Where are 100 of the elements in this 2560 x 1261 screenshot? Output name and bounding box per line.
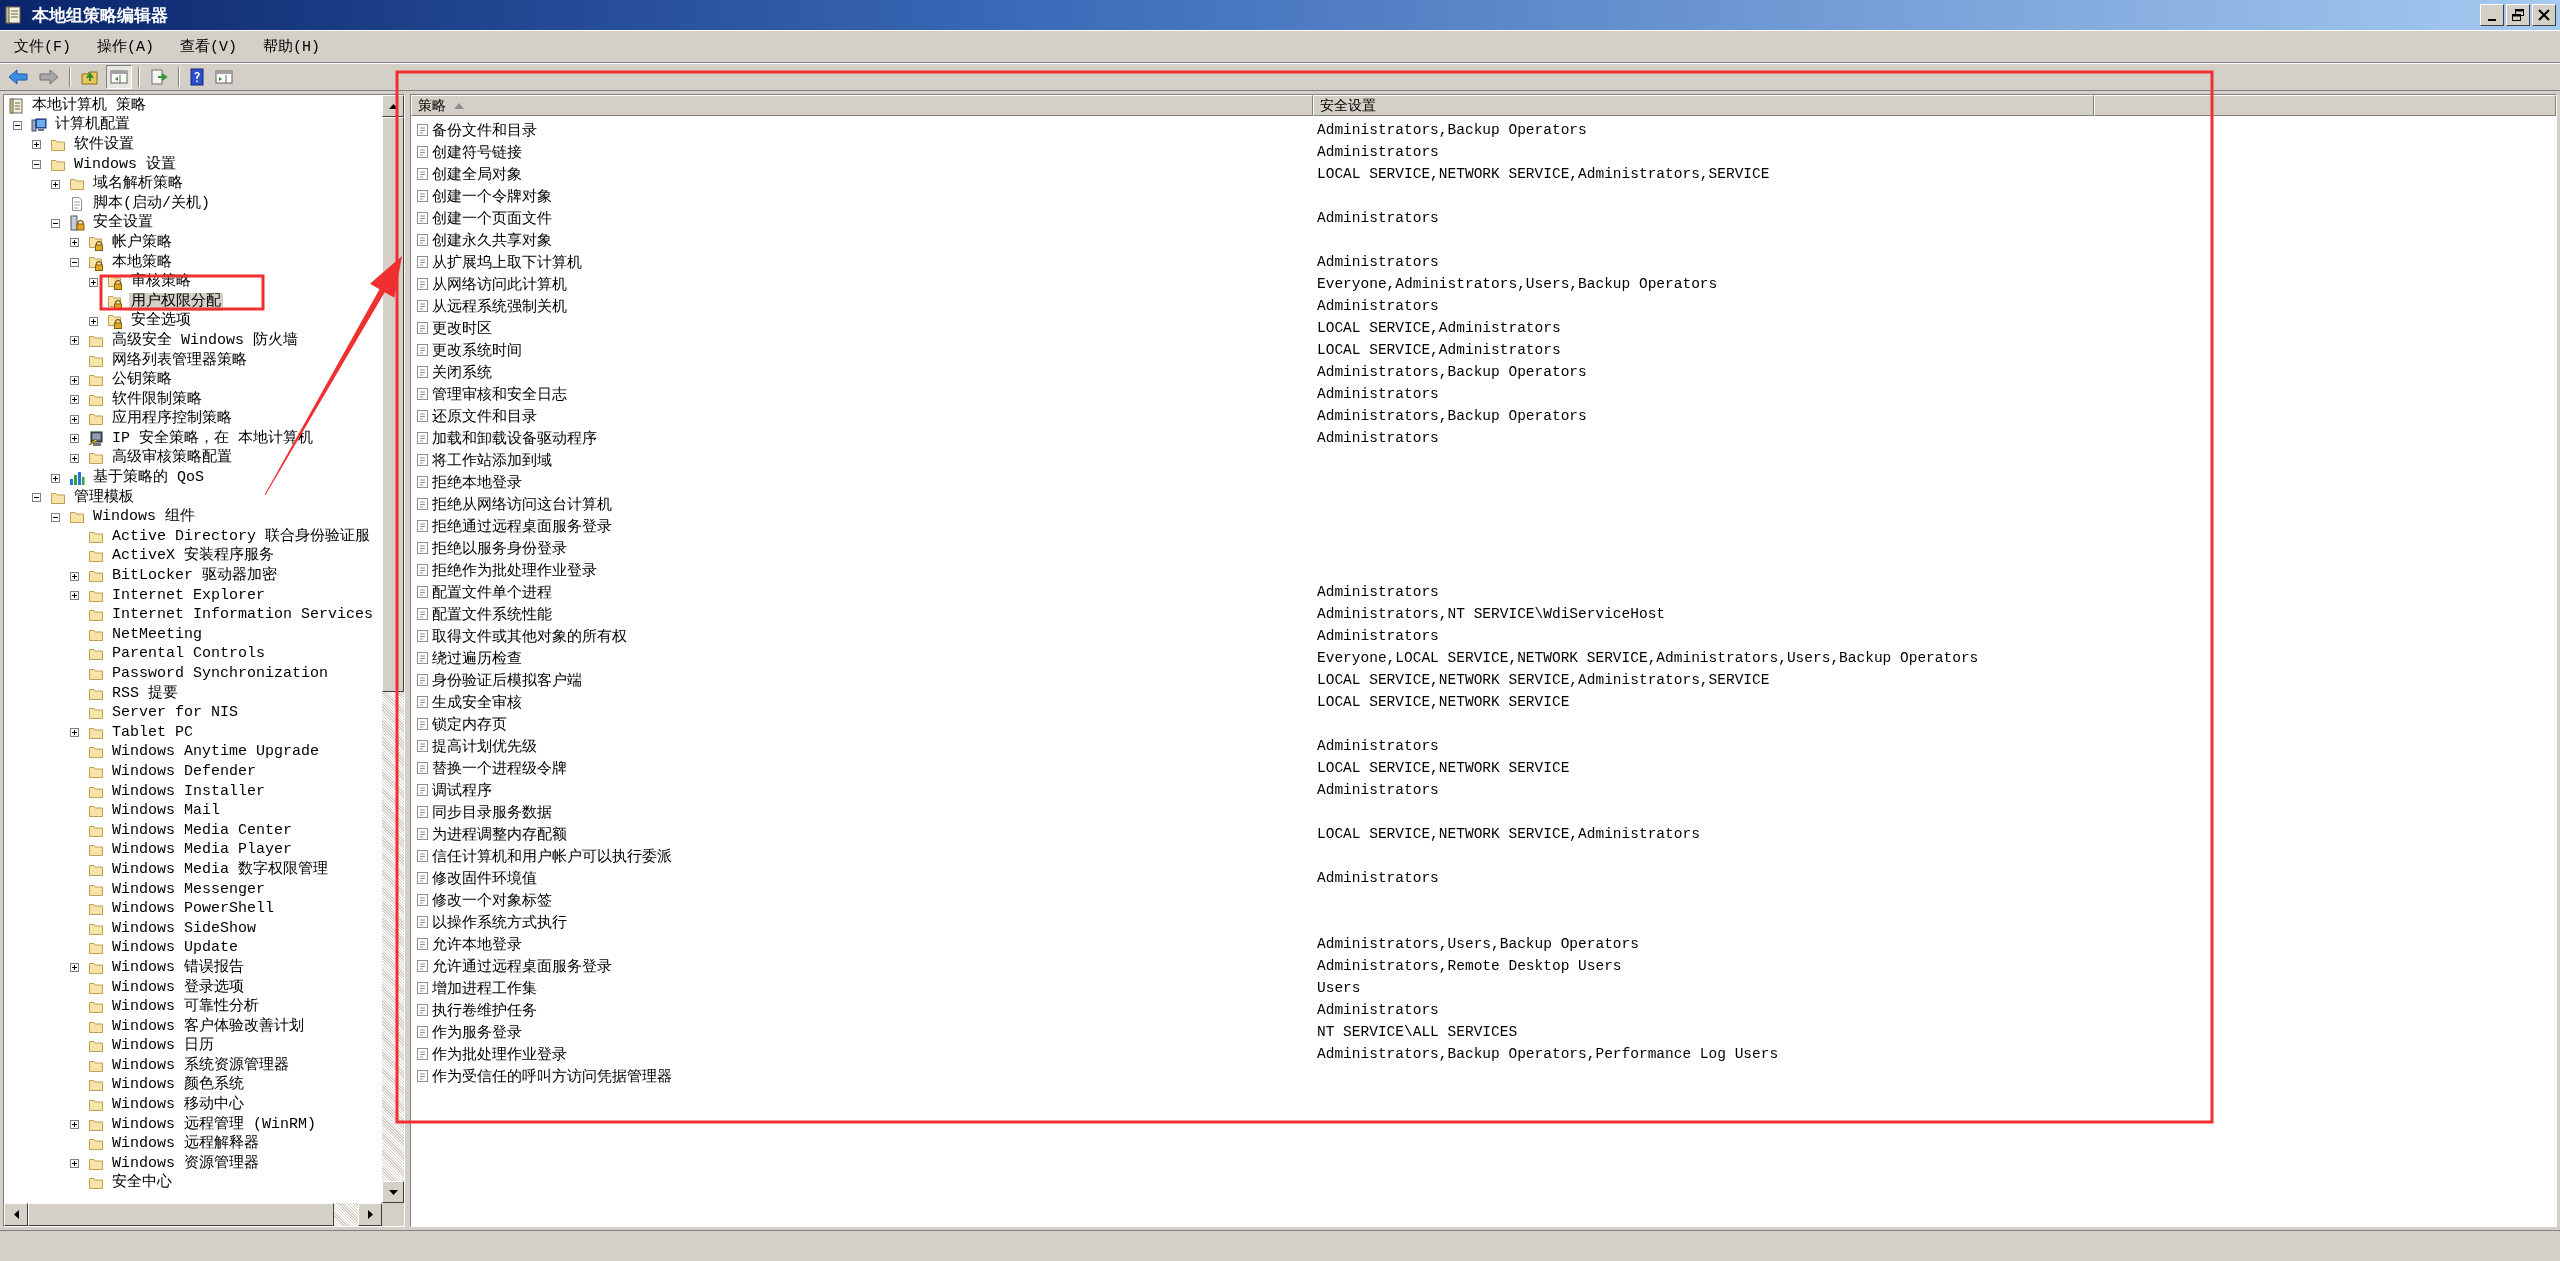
tree-item[interactable]: 软件限制策略 — [110, 390, 204, 409]
horizontal-scrollbar[interactable] — [4, 1203, 404, 1226]
tree-item[interactable]: Active Directory 联合身份验证服 — [110, 527, 373, 546]
tree-item[interactable]: 基于策略的 QoS — [91, 469, 206, 488]
column-header[interactable]: 安全设置 — [1313, 95, 2094, 116]
tree-item[interactable]: BitLocker 驱动器加密 — [110, 567, 279, 586]
tree-item[interactable]: Windows 移动中心 — [110, 1096, 246, 1115]
expand-icon[interactable] — [89, 316, 98, 326]
expand-icon[interactable] — [70, 1159, 79, 1169]
tree-item[interactable]: Windows PowerShell — [110, 900, 277, 919]
tree-item[interactable]: Windows 客户体验改善计划 — [110, 1017, 306, 1036]
tree-item[interactable]: Windows Defender — [110, 763, 259, 781]
tree-item[interactable]: Password Synchronization — [110, 665, 331, 683]
scrollbar-thumb[interactable] — [28, 1203, 334, 1226]
expand-icon[interactable] — [70, 591, 79, 601]
collapse-icon[interactable] — [51, 512, 60, 522]
policy-name[interactable]: 从网络访问此计算机 — [432, 274, 567, 294]
tree-item[interactable]: Windows Update — [110, 939, 241, 958]
expand-icon[interactable] — [51, 179, 60, 189]
tree-item[interactable]: Windows 日历 — [110, 1037, 216, 1056]
tree-item[interactable]: 计算机配置 — [53, 116, 132, 135]
minimize-button[interactable] — [2480, 4, 2504, 26]
tree-item[interactable]: 帐户策略 — [110, 233, 174, 252]
scroll-right-icon[interactable] — [367, 1210, 373, 1219]
policy-name[interactable]: 加载和卸载设备驱动程序 — [432, 428, 597, 448]
expand-icon[interactable] — [70, 963, 79, 973]
menu-item[interactable]: 查看(V) — [170, 35, 248, 58]
tree-item[interactable]: Internet Information Services — [110, 606, 376, 625]
expand-icon[interactable] — [70, 434, 79, 444]
policy-name[interactable]: 调试程序 — [432, 780, 492, 800]
expand-icon[interactable] — [70, 1120, 79, 1130]
policy-name[interactable]: 修改固件环境值 — [432, 868, 537, 888]
policy-name[interactable]: 还原文件和目录 — [432, 406, 537, 426]
expand-icon[interactable] — [70, 414, 79, 424]
collapse-icon[interactable] — [32, 493, 41, 503]
policy-name[interactable]: 从扩展坞上取下计算机 — [432, 252, 582, 272]
policy-name[interactable]: 身份验证后模拟客户端 — [432, 670, 582, 690]
policy-name[interactable]: 更改时区 — [432, 318, 492, 338]
menu-item[interactable]: 操作(A) — [87, 35, 165, 58]
tree-item[interactable]: Windows Media Player — [110, 841, 295, 860]
policy-name[interactable]: 为进程调整内存配额 — [432, 824, 567, 844]
tree-item[interactable]: Windows 设置 — [72, 155, 178, 174]
scroll-left-icon[interactable] — [13, 1210, 19, 1219]
expand-icon[interactable] — [70, 238, 79, 248]
scroll-down-icon[interactable] — [388, 1189, 398, 1195]
menu-item[interactable]: 文件(F) — [4, 35, 81, 58]
tree-item[interactable]: NetMeeting — [110, 625, 204, 644]
tree-item[interactable]: Windows 可靠性分析 — [110, 998, 261, 1017]
collapse-icon[interactable] — [70, 258, 79, 268]
tree-item[interactable]: Windows 远程管理 (WinRM) — [110, 1115, 319, 1134]
policy-name[interactable]: 作为批处理作业登录 — [432, 1044, 567, 1064]
policy-name[interactable]: 更改系统时间 — [432, 340, 522, 360]
tree-item[interactable]: Parental Controls — [110, 645, 268, 664]
policy-name[interactable]: 增加进程工作集 — [432, 978, 537, 998]
policy-name[interactable]: 拒绝本地登录 — [432, 472, 522, 492]
expand-icon[interactable] — [70, 336, 79, 346]
policy-name[interactable]: 创建一个令牌对象 — [432, 186, 552, 206]
expand-icon[interactable] — [51, 473, 60, 483]
policy-name[interactable]: 作为受信任的呼叫方访问凭据管理器 — [432, 1066, 672, 1086]
policy-name[interactable]: 创建符号链接 — [432, 142, 522, 162]
tree-item[interactable]: Tablet PC — [110, 723, 195, 742]
policy-name[interactable]: 允许本地登录 — [432, 934, 522, 954]
collapse-icon[interactable] — [13, 120, 22, 130]
policy-name[interactable]: 执行卷维护任务 — [432, 1000, 537, 1020]
tree-item[interactable]: 网络列表管理器策略 — [110, 351, 249, 370]
policy-name[interactable]: 锁定内存页 — [432, 714, 507, 734]
policy-name[interactable]: 允许通过远程桌面服务登录 — [432, 956, 612, 976]
tree-item[interactable]: 脚本(启动/关机) — [91, 194, 212, 213]
policy-name[interactable]: 拒绝作为批处理作业登录 — [432, 560, 597, 580]
tree-item[interactable]: 安全选项 — [129, 312, 193, 331]
tree-item[interactable]: Windows Media Center — [110, 821, 295, 840]
tree-item[interactable]: 本地计算机 策略 — [30, 96, 148, 115]
tree-toggle-button[interactable] — [106, 65, 132, 89]
policy-name[interactable]: 生成安全审核 — [432, 692, 522, 712]
policy-name[interactable]: 信任计算机和用户帐户可以执行委派 — [432, 846, 672, 866]
policy-name[interactable]: 创建全局对象 — [432, 164, 522, 184]
expand-icon[interactable] — [70, 375, 79, 385]
policy-name[interactable]: 同步目录服务数据 — [432, 802, 552, 822]
tree-item[interactable]: 高级安全 Windows 防火墙 — [110, 331, 300, 350]
menu-item[interactable]: 帮助(H) — [253, 35, 331, 58]
tree-item[interactable]: Windows Anytime Upgrade — [110, 743, 322, 762]
policy-name[interactable]: 创建一个页面文件 — [432, 208, 552, 228]
tree-item[interactable]: RSS 提要 — [110, 684, 180, 703]
tree-item[interactable]: 公钥策略 — [110, 371, 174, 390]
tree-item[interactable]: 高级审核策略配置 — [110, 449, 234, 468]
restore-button[interactable] — [2506, 4, 2530, 26]
tree-item[interactable]: Windows 错误报告 — [110, 958, 246, 977]
tree-item[interactable]: 软件设置 — [72, 136, 136, 154]
tree-item[interactable]: Windows Installer — [110, 782, 268, 801]
policy-name[interactable]: 配置文件系统性能 — [432, 604, 552, 624]
policy-name[interactable]: 从远程系统强制关机 — [432, 296, 567, 316]
collapse-icon[interactable] — [51, 218, 60, 228]
tree-item[interactable]: Windows 组件 — [91, 508, 197, 527]
policy-name[interactable]: 绕过遍历检查 — [432, 648, 522, 668]
scroll-right-button[interactable] — [358, 1203, 382, 1226]
policy-name[interactable]: 替换一个进程级令牌 — [432, 758, 567, 778]
policy-name[interactable]: 管理审核和安全日志 — [432, 384, 567, 404]
tree-item[interactable]: 安全设置 — [91, 214, 155, 233]
policy-name[interactable]: 取得文件或其他对象的所有权 — [432, 626, 627, 646]
scroll-left-button[interactable] — [4, 1203, 28, 1226]
